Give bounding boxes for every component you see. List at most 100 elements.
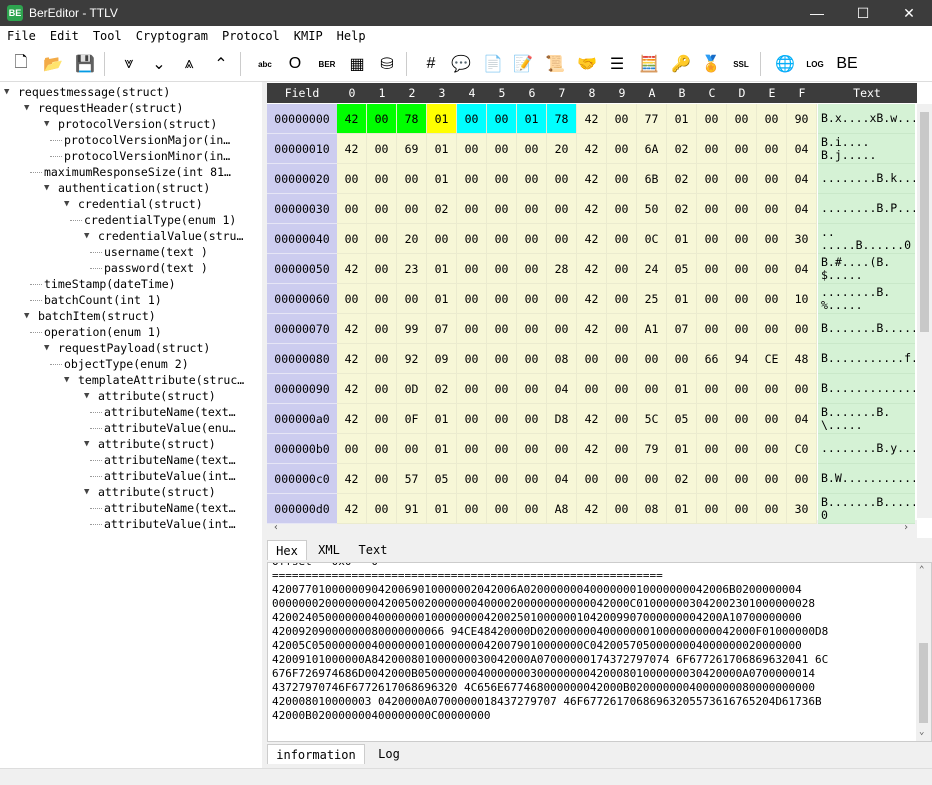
hex-byte-cell[interactable]: 00 [397,194,427,224]
tree-node[interactable]: ▼ requestHeader(struct) [24,100,183,116]
hex-byte-cell[interactable]: 00 [637,374,667,404]
hex-byte-cell[interactable]: 50 [637,194,667,224]
scroll-thumb[interactable] [920,112,929,332]
hex-byte-cell[interactable]: 02 [667,164,697,194]
hex-byte-cell[interactable]: 00 [667,344,697,374]
hex-byte-cell[interactable]: 00 [757,404,787,434]
menu-protocol[interactable]: Protocol [215,29,287,43]
hex-byte-cell[interactable]: 00 [367,254,397,284]
hex-byte-cell[interactable]: 00 [727,194,757,224]
hex-byte-cell[interactable]: 01 [667,374,697,404]
column-header[interactable]: 5 [487,83,517,103]
tab-log[interactable]: Log [367,744,411,764]
handshake-button[interactable]: 🤝 [574,50,600,78]
expand-triangle-icon[interactable]: ▼ [64,375,74,385]
hex-byte-cell[interactable]: 00 [457,434,487,464]
hex-byte-cell[interactable]: 42 [337,344,367,374]
tab-hex[interactable]: Hex [267,540,307,560]
hex-byte-cell[interactable]: 00 [367,164,397,194]
hex-byte-cell[interactable]: 00 [487,374,517,404]
hex-byte-cell[interactable]: 00 [367,494,397,524]
row-offset[interactable]: 00000010 [267,134,337,164]
hex-byte-cell[interactable]: 00 [457,194,487,224]
hex-byte-cell[interactable]: 00 [517,404,547,434]
be-settings-button[interactable]: BE [834,50,860,78]
hex-byte-cell[interactable]: 00 [517,464,547,494]
hex-byte-cell[interactable]: D8 [547,404,577,434]
tree-node[interactable]: username(text ) [104,244,208,260]
edit-document-button[interactable]: 📝 [510,50,536,78]
hex-byte-cell[interactable]: 28 [547,254,577,284]
hex-byte-cell[interactable]: 09 [427,344,457,374]
hex-byte-cell[interactable]: 00 [457,494,487,524]
hex-byte-cell[interactable]: 00 [457,404,487,434]
hex-byte-cell[interactable]: 01 [427,254,457,284]
tree-node[interactable]: ▼ authentication(struct) [44,180,210,196]
hex-byte-cell[interactable]: 00 [337,224,367,254]
expand-triangle-icon[interactable]: ▼ [84,439,94,449]
hex-byte-cell[interactable]: 00 [457,284,487,314]
hex-byte-cell[interactable]: 00 [607,134,637,164]
ascii-text-cell[interactable]: B.......B. \..... [818,404,915,434]
expand-triangle-icon[interactable]: ▼ [64,199,74,209]
hash-button[interactable]: # [418,50,444,78]
scroll-thumb[interactable] [919,643,928,723]
column-header[interactable]: F [787,83,817,103]
hex-byte-cell[interactable]: 00 [517,494,547,524]
hex-byte-cell[interactable]: 00 [397,434,427,464]
menu-file[interactable]: File [0,29,43,43]
expand-button[interactable]: ⌄ [146,50,172,78]
hex-byte-cell[interactable]: 00 [367,314,397,344]
expand-triangle-icon[interactable]: ▼ [84,231,94,241]
hex-byte-cell[interactable]: 00 [607,494,637,524]
hex-byte-cell[interactable]: CE [757,344,787,374]
new-file-button[interactable]: 🗋 [8,50,34,78]
ascii-text-cell[interactable]: ........B. %..... [818,284,915,314]
hex-byte-cell[interactable]: A1 [637,314,667,344]
tree-node[interactable]: attributeName(text… [104,404,236,420]
expand-triangle-icon[interactable]: ▼ [24,103,34,113]
hex-byte-cell[interactable]: 01 [667,284,697,314]
hex-byte-cell[interactable]: 57 [397,464,427,494]
hex-byte-cell[interactable]: 42 [337,314,367,344]
hex-byte-cell[interactable]: 02 [667,194,697,224]
hex-byte-cell[interactable]: 00 [367,194,397,224]
hex-byte-cell[interactable]: 00 [697,374,727,404]
ascii-text-cell[interactable]: .. .....B......0 [818,224,915,254]
hex-byte-cell[interactable]: 6A [637,134,667,164]
hex-byte-cell[interactable]: 04 [547,374,577,404]
open-folder-button[interactable]: 📂 [40,50,66,78]
hex-byte-cell[interactable]: 00 [757,434,787,464]
column-header-field[interactable]: Field [267,83,337,103]
hex-byte-cell[interactable]: 00 [607,224,637,254]
hex-byte-cell[interactable]: 00 [487,464,517,494]
hex-byte-cell[interactable]: 00 [697,254,727,284]
abc-button[interactable]: abc [252,50,278,78]
maximize-button[interactable]: ☐ [840,0,886,26]
hex-byte-cell[interactable]: 04 [787,164,817,194]
hex-byte-cell[interactable]: 01 [427,404,457,434]
list-button[interactable]: ☰ [604,50,630,78]
tab-text[interactable]: Text [351,540,395,560]
ascii-text-cell[interactable]: B.i.... B.j..... [818,134,915,164]
minimize-button[interactable]: — [794,0,840,26]
tree-node[interactable]: ▼ requestPayload(struct) [44,340,210,356]
ascii-text-cell[interactable]: ........B.y..... [818,434,915,464]
menu-cryptogram[interactable]: Cryptogram [129,29,215,43]
hex-byte-cell[interactable]: 42 [577,404,607,434]
hex-byte-cell[interactable]: 00 [547,164,577,194]
hex-byte-cell[interactable]: 00 [517,284,547,314]
hex-byte-cell[interactable]: 00 [547,434,577,464]
hex-byte-cell[interactable]: 48 [787,344,817,374]
hex-byte-cell[interactable]: 00 [427,224,457,254]
hex-byte-cell[interactable]: 00 [517,254,547,284]
hex-byte-cell[interactable]: 90 [787,104,817,134]
hex-byte-cell[interactable]: 42 [337,134,367,164]
column-header[interactable]: 2 [397,83,427,103]
hex-byte-cell[interactable]: 00 [457,134,487,164]
hex-byte-cell[interactable]: 42 [577,164,607,194]
hex-byte-cell[interactable]: 00 [517,164,547,194]
ldap-button[interactable]: ⛁ [374,50,400,78]
hex-byte-cell[interactable]: 42 [577,134,607,164]
expand-triangle-icon[interactable]: ▼ [84,391,94,401]
